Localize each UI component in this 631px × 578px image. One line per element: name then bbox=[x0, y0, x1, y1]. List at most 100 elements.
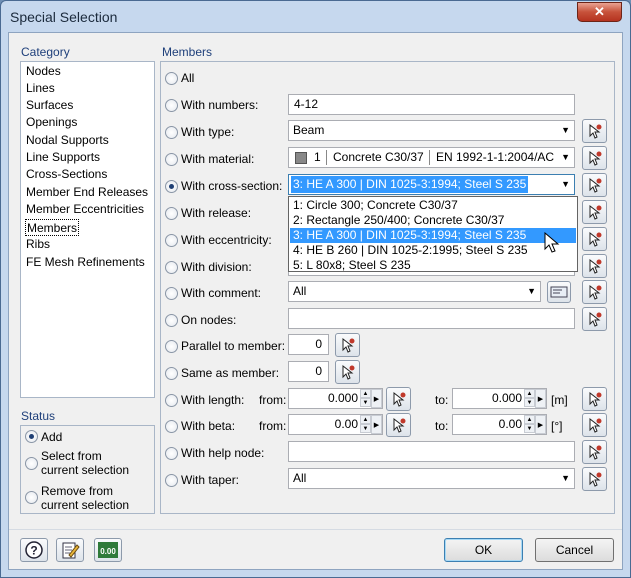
spin-menu-icon[interactable]: ▶ bbox=[371, 415, 382, 434]
spin-down-icon[interactable]: ▼ bbox=[360, 398, 371, 407]
ok-button[interactable]: OK bbox=[444, 538, 523, 562]
comment-combobox[interactable]: All ▼ bbox=[288, 281, 541, 302]
pick-parallel-member-button[interactable] bbox=[335, 333, 360, 357]
category-item-fe-mesh-refinements[interactable]: FE Mesh Refinements bbox=[26, 254, 145, 271]
with-material-radio[interactable] bbox=[165, 153, 178, 166]
pick-cross-section-button[interactable] bbox=[582, 173, 607, 197]
status-remove-from-radio[interactable] bbox=[25, 491, 38, 504]
with-eccentricity-radio[interactable] bbox=[165, 234, 178, 247]
spin-up-icon[interactable]: ▲ bbox=[524, 389, 535, 398]
spin-menu-icon[interactable]: ▶ bbox=[535, 389, 546, 408]
pointer-pick-icon bbox=[342, 364, 355, 380]
spin-up-icon[interactable]: ▲ bbox=[360, 415, 371, 424]
with-beta-label: With beta: bbox=[181, 419, 236, 433]
separator bbox=[326, 150, 327, 165]
category-item-lines[interactable]: Lines bbox=[26, 80, 55, 97]
special-selection-dialog: Special Selection ✕ Category Nodes Lines… bbox=[0, 0, 631, 578]
with-taper-radio[interactable] bbox=[165, 474, 178, 487]
chevron-down-icon: ▼ bbox=[561, 152, 570, 162]
pick-nodes-button[interactable] bbox=[582, 307, 607, 331]
cross-section-combobox[interactable]: 3: HE A 300 | DIN 1025-3:1994; Steel S 2… bbox=[288, 174, 575, 195]
pick-beta-to-button[interactable] bbox=[582, 413, 607, 437]
category-item-ribs[interactable]: Ribs bbox=[26, 236, 50, 253]
parallel-to-member-radio[interactable] bbox=[165, 340, 178, 353]
all-radio[interactable] bbox=[165, 72, 178, 85]
beta-from-value: 0.00 bbox=[334, 417, 358, 431]
category-list[interactable]: Nodes Lines Surfaces Openings Nodal Supp… bbox=[20, 61, 155, 398]
taper-combobox[interactable]: All ▼ bbox=[288, 468, 575, 489]
dropdown-option-highlighted[interactable]: 3: HE A 300 | DIN 1025-3:1994; Steel S 2… bbox=[290, 228, 576, 243]
with-beta-radio[interactable] bbox=[165, 420, 178, 433]
status-add-radio[interactable] bbox=[25, 430, 38, 443]
with-division-radio[interactable] bbox=[165, 261, 178, 274]
length-to-spinner[interactable]: 0.000 ▲ ▼ ▶ bbox=[452, 388, 547, 409]
pick-type-button[interactable] bbox=[582, 119, 607, 143]
spin-menu-icon[interactable]: ▶ bbox=[535, 415, 546, 434]
with-comment-radio[interactable] bbox=[165, 287, 178, 300]
pick-comment-button[interactable] bbox=[582, 280, 607, 304]
edit-comment-button[interactable] bbox=[547, 281, 571, 303]
category-item-openings[interactable]: Openings bbox=[26, 114, 77, 131]
spin-up-icon[interactable]: ▲ bbox=[360, 389, 371, 398]
parallel-member-input[interactable]: 0 bbox=[288, 334, 329, 355]
category-item-member-eccentricities[interactable]: Member Eccentricities bbox=[26, 201, 144, 218]
pick-release-button[interactable] bbox=[582, 200, 607, 224]
with-eccentricity-label: With eccentricity: bbox=[181, 233, 272, 247]
units-button[interactable]: 0.00 bbox=[94, 538, 122, 562]
status-group: Add Select from current selection Remove… bbox=[20, 425, 155, 514]
category-item-surfaces[interactable]: Surfaces bbox=[26, 97, 73, 114]
pick-length-to-button[interactable] bbox=[582, 387, 607, 411]
with-length-radio[interactable] bbox=[165, 394, 178, 407]
spin-down-icon[interactable]: ▼ bbox=[524, 424, 535, 433]
category-item-members[interactable]: Members bbox=[25, 219, 80, 236]
category-item-line-supports[interactable]: Line Supports bbox=[26, 149, 100, 166]
category-item-cross-sections[interactable]: Cross-Sections bbox=[26, 166, 107, 183]
status-select-from-radio[interactable] bbox=[25, 457, 38, 470]
beta-to-spinner[interactable]: 0.00 ▲ ▼ ▶ bbox=[452, 414, 547, 435]
spin-up-icon[interactable]: ▲ bbox=[524, 415, 535, 424]
pick-material-button[interactable] bbox=[582, 146, 607, 170]
spin-down-icon[interactable]: ▼ bbox=[360, 424, 371, 433]
type-combobox[interactable]: Beam ▼ bbox=[288, 120, 575, 141]
same-member-input[interactable]: 0 bbox=[288, 361, 329, 382]
category-item-nodal-supports[interactable]: Nodal Supports bbox=[26, 132, 109, 149]
spin-menu-icon[interactable]: ▶ bbox=[371, 389, 382, 408]
separator bbox=[9, 529, 622, 530]
help-node-input[interactable] bbox=[288, 441, 575, 462]
cancel-button[interactable]: Cancel bbox=[535, 538, 614, 562]
dropdown-option[interactable]: 5: L 80x8; Steel S 235 bbox=[290, 258, 576, 273]
with-cross-section-radio[interactable] bbox=[165, 180, 178, 193]
dropdown-option[interactable]: 1: Circle 300; Concrete C30/37 bbox=[290, 198, 576, 213]
material-combobox[interactable]: 1 Concrete C30/37 EN 1992-1-1:2004/AC ▼ bbox=[288, 147, 575, 168]
chevron-down-icon: ▼ bbox=[561, 125, 570, 135]
cross-section-dropdown-list[interactable]: 1: Circle 300; Concrete C30/37 2: Rectan… bbox=[288, 196, 578, 272]
category-item-nodes[interactable]: Nodes bbox=[26, 63, 61, 80]
same-as-member-radio[interactable] bbox=[165, 367, 178, 380]
help-button[interactable]: ? bbox=[20, 538, 48, 562]
pick-help-node-button[interactable] bbox=[582, 440, 607, 464]
edit-button[interactable] bbox=[56, 538, 84, 562]
pick-taper-button[interactable] bbox=[582, 467, 607, 491]
category-item-member-end-releases[interactable]: Member End Releases bbox=[26, 184, 148, 201]
with-type-radio[interactable] bbox=[165, 126, 178, 139]
on-nodes-radio[interactable] bbox=[165, 314, 178, 327]
pick-same-member-button[interactable] bbox=[335, 360, 360, 384]
material-name: Concrete C30/37 bbox=[333, 150, 424, 164]
edit-icon bbox=[62, 542, 80, 559]
with-help-node-radio[interactable] bbox=[165, 447, 178, 460]
length-from-spinner[interactable]: 0.000 ▲ ▼ ▶ bbox=[288, 388, 383, 409]
dropdown-option[interactable]: 2: Rectangle 250/400; Concrete C30/37 bbox=[290, 213, 576, 228]
beta-from-spinner[interactable]: 0.00 ▲ ▼ ▶ bbox=[288, 414, 383, 435]
pick-beta-from-button[interactable] bbox=[386, 413, 411, 437]
dropdown-option[interactable]: 4: HE B 260 | DIN 1025-2:1995; Steel S 2… bbox=[290, 243, 576, 258]
numbers-input[interactable]: 4-12 bbox=[288, 94, 575, 115]
mouse-cursor-icon bbox=[544, 232, 560, 253]
on-nodes-input[interactable] bbox=[288, 308, 575, 329]
with-release-radio[interactable] bbox=[165, 207, 178, 220]
pick-length-from-button[interactable] bbox=[386, 387, 411, 411]
pick-eccentricity-button[interactable] bbox=[582, 227, 607, 251]
pick-division-button[interactable] bbox=[582, 254, 607, 278]
spin-down-icon[interactable]: ▼ bbox=[524, 398, 535, 407]
close-button[interactable]: ✕ bbox=[577, 2, 622, 22]
with-numbers-radio[interactable] bbox=[165, 99, 178, 112]
